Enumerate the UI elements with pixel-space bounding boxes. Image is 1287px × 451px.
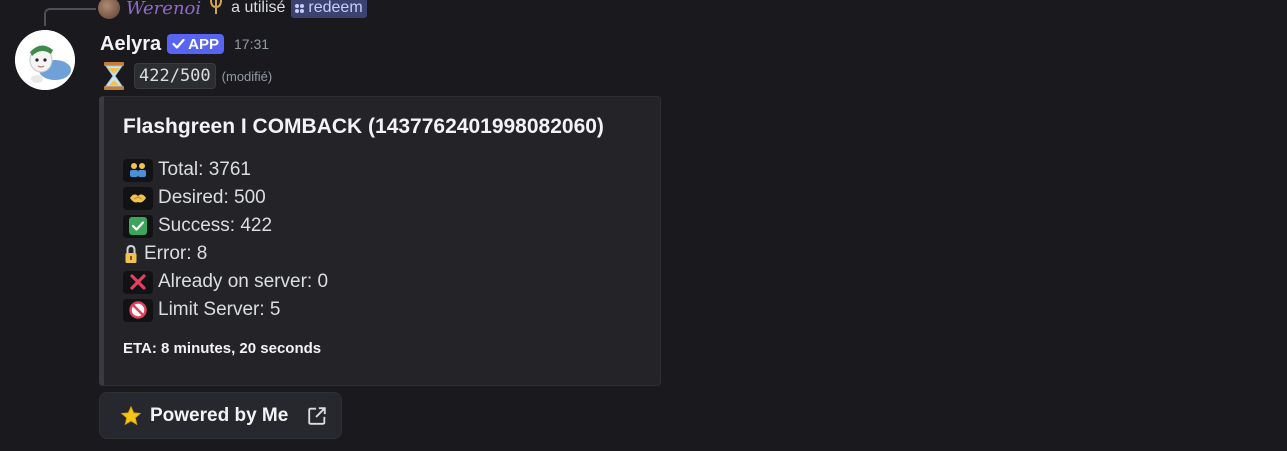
stat-text: Limit Server: 5: [158, 299, 281, 320]
message-content: 422/500 (modifié): [100, 61, 272, 91]
powered-by-button[interactable]: Powered by Me: [99, 392, 342, 439]
external-link-icon: [308, 406, 327, 425]
message-header: Aelyra APP 17:31: [100, 31, 269, 57]
stat-text: Error: 8: [144, 243, 208, 264]
lock-icon: [123, 243, 139, 266]
stat-text: Already on server: 0: [158, 271, 329, 292]
stat-desired: Desired: 500: [123, 184, 328, 212]
people-icon: [123, 158, 153, 182]
cross-icon: [123, 270, 153, 294]
check-icon: [123, 214, 153, 238]
reply-username[interactable]: Werenoi: [126, 0, 201, 19]
stat-already-on-server: Already on server: 0: [123, 268, 328, 296]
stat-total: Total: 3761: [123, 156, 328, 184]
stat-text: Desired: 500: [158, 187, 266, 208]
edited-label: (modifié): [221, 68, 273, 84]
app-badge-label: APP: [188, 35, 219, 53]
slash-command-chip[interactable]: redeem: [291, 0, 367, 18]
button-label: Powered by Me: [150, 404, 289, 426]
embed-stats-list: Total: 3761 Desired: 500 Success: 422 Er…: [123, 156, 328, 324]
reply-avatar[interactable]: [98, 0, 120, 19]
author-name[interactable]: Aelyra: [100, 33, 161, 56]
prohibited-icon: [123, 298, 153, 322]
author-avatar[interactable]: [15, 30, 75, 90]
embed-title: Flashgreen I COMBACK (143776240199808206…: [123, 115, 604, 138]
command-app-icon: [295, 3, 305, 13]
stat-text: Total: 3761: [158, 159, 251, 180]
embed-eta: ETA: 8 minutes, 20 seconds: [123, 340, 322, 357]
verified-check-icon: [172, 38, 185, 49]
trident-emoji-icon: [207, 0, 225, 20]
stat-limit-server: Limit Server: 5: [123, 296, 328, 324]
stats-embed: Flashgreen I COMBACK (143776240199808206…: [99, 96, 661, 386]
reply-preview[interactable]: Werenoi a utilisé redeem: [98, 0, 367, 19]
discord-message-view: Werenoi a utilisé redeem Aelyra APP 17:3…: [0, 0, 1287, 451]
command-name: redeem: [308, 0, 363, 16]
reply-connector-line: [44, 8, 96, 26]
stat-text: Success: 422: [158, 215, 273, 236]
app-badge: APP: [167, 34, 224, 54]
star-icon: [120, 405, 142, 425]
stat-error: Error: 8: [123, 240, 328, 268]
reply-action-text: a utilisé: [231, 0, 286, 16]
hourglass-icon: [104, 62, 124, 90]
progress-code: 422/500: [134, 63, 216, 89]
message-timestamp[interactable]: 17:31: [234, 36, 269, 52]
handshake-icon: [123, 186, 153, 210]
stat-success: Success: 422: [123, 212, 328, 240]
